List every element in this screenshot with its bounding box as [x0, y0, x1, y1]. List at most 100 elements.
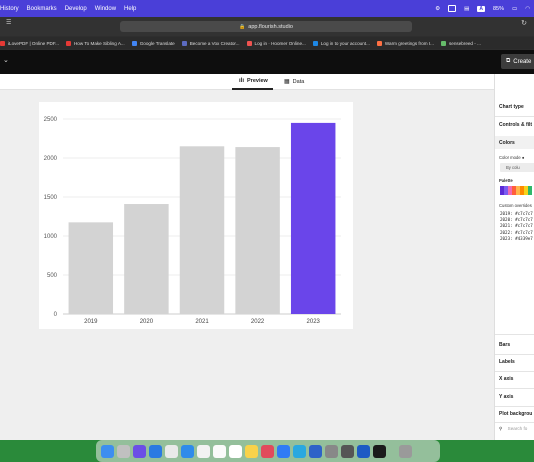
favicon-icon: [312, 40, 318, 46]
bar-2020[interactable]: [124, 204, 169, 314]
macos-dock: [96, 440, 440, 462]
favicon-icon: [376, 40, 382, 46]
override-line: 2022: #c7c7c7: [500, 229, 533, 235]
menu-develop[interactable]: Develop: [65, 6, 87, 12]
custom-overrides-field[interactable]: 2019: #c7c7c7 2020: #c7c7c7 2021: #c7c7c7 2…: [500, 211, 533, 242]
tab-data[interactable]: ▦ Data: [284, 78, 304, 86]
notes-icon[interactable]: [229, 444, 242, 458]
section-colors[interactable]: Colors: [499, 140, 515, 146]
color-mode-label: Color mode: [499, 155, 521, 160]
create-button[interactable]: ⧉ Create: [501, 54, 534, 69]
music-icon[interactable]: [261, 444, 274, 458]
tab-overview-icon[interactable]: ☰: [6, 19, 11, 26]
vscode-icon[interactable]: [149, 444, 162, 458]
bookmark-item[interactable]: Log in to your account...: [312, 40, 370, 46]
menu-help[interactable]: Help: [124, 6, 136, 12]
palette-swatches[interactable]: [500, 186, 532, 195]
calendar-icon[interactable]: ▤: [464, 6, 469, 12]
terminal-icon[interactable]: [373, 444, 386, 458]
section-labels[interactable]: Labels: [499, 359, 515, 365]
telegram-icon[interactable]: [293, 444, 306, 458]
chrome-icon[interactable]: [165, 444, 178, 458]
divider: [495, 334, 534, 335]
app-icon[interactable]: [341, 444, 354, 458]
wifi-icon[interactable]: ◠: [525, 6, 530, 12]
bar-chart-icon: ılı: [239, 78, 245, 84]
reload-icon[interactable]: ↻: [521, 19, 527, 27]
override-line: 2023: #4339e7: [500, 235, 533, 241]
bookmark-item[interactable]: How To Make Sibling A...: [65, 40, 125, 46]
section-y-axis[interactable]: Y axis: [499, 394, 513, 400]
bookmark-item[interactable]: iLovePDF | Online PDF...: [0, 40, 59, 46]
section-bars[interactable]: Bars: [499, 342, 510, 348]
tab-preview[interactable]: ılı Preview: [239, 78, 268, 84]
trash-icon[interactable]: [399, 444, 412, 458]
bookmark-label: Become a Vox Creator...: [189, 40, 240, 46]
bar-2022[interactable]: [235, 147, 280, 314]
photos-icon[interactable]: [197, 444, 210, 458]
settings-panel: Chart type Controls & filt Colors Color …: [494, 74, 534, 440]
x-tick-label: 2019: [84, 319, 98, 325]
gear-icon[interactable]: ⚙: [435, 6, 440, 12]
x-tick-label: 2020: [140, 319, 154, 325]
menubar-status-area: ⚙ ▤ A 85% ▭ ◠: [435, 0, 530, 17]
override-line: 2021: #c7c7c7: [500, 223, 533, 229]
section-controls[interactable]: Controls & filt: [499, 122, 532, 128]
color-mode-select[interactable]: By colu: [500, 163, 534, 172]
bar-2023[interactable]: [290, 122, 336, 315]
divider: [495, 371, 534, 372]
launchpad-icon[interactable]: [117, 444, 130, 458]
bookmark-label: Log in · Hoomer Online...: [254, 40, 306, 46]
search-placeholder: Search fo: [507, 426, 528, 431]
active-tab-indicator: [232, 88, 273, 90]
info-icon[interactable]: ●: [522, 155, 525, 160]
section-chart-type[interactable]: Chart type: [499, 104, 524, 110]
chart-preview: 0 500 1000 1500 2000 2500 2019 2020 2021 2022 2023: [39, 102, 353, 329]
app-icon[interactable]: [325, 444, 338, 458]
favicon-icon: [0, 40, 5, 46]
app-icon[interactable]: [133, 444, 146, 458]
favicon-icon: [131, 40, 137, 46]
settings-search-input[interactable]: ⚲ Search fo: [499, 426, 527, 432]
window-icon[interactable]: [448, 5, 457, 12]
bookmark-label: How To Make Sibling A...: [73, 40, 125, 46]
bar-2019[interactable]: [68, 222, 114, 314]
bookmark-label: iLovePDF | Online PDF...: [8, 40, 59, 46]
keyboard-input-icon[interactable]: A: [477, 5, 485, 12]
chevron-down-icon[interactable]: ⌄: [3, 56, 9, 64]
bookmark-item[interactable]: sensebreed - ...: [440, 40, 481, 46]
y-tick-label: 2500: [44, 117, 58, 123]
bar-2021[interactable]: [179, 146, 225, 314]
section-plot-background[interactable]: Plot backgrou: [499, 411, 532, 417]
app-store-icon[interactable]: [277, 444, 290, 458]
y-tick-label: 500: [47, 273, 58, 279]
bookmark-item[interactable]: Become a Vox Creator...: [181, 40, 240, 46]
tab-preview-label: Preview: [247, 78, 268, 84]
bitwarden-icon[interactable]: [309, 444, 322, 458]
favicon-icon: [181, 40, 187, 46]
menu-history[interactable]: History: [0, 6, 19, 12]
bookmark-item[interactable]: Google Translate: [131, 40, 175, 46]
battery-percent: 85%: [492, 5, 504, 12]
divider: [495, 406, 534, 407]
section-x-axis[interactable]: X axis: [499, 376, 513, 382]
bookmark-item[interactable]: Warm greetings from I...: [376, 40, 434, 46]
color-mode-value: By colu: [506, 165, 520, 170]
safari-icon[interactable]: [181, 444, 194, 458]
reminders-icon[interactable]: [245, 444, 258, 458]
divider: [495, 422, 534, 423]
bookmark-label: Warm greetings from I...: [384, 40, 434, 46]
divider: [495, 354, 534, 355]
palette-label: Palette: [499, 178, 513, 183]
favicon-icon: [246, 40, 252, 46]
menu-bookmarks[interactable]: Bookmarks: [27, 6, 57, 12]
bookmark-item[interactable]: Log in · Hoomer Online...: [246, 40, 306, 46]
finder-icon[interactable]: [101, 444, 114, 458]
favicon-icon: [65, 40, 71, 46]
menu-window[interactable]: Window: [95, 6, 116, 12]
address-bar[interactable]: 🔒 app.flourish.studio: [120, 21, 412, 32]
word-icon[interactable]: [357, 444, 370, 458]
battery-icon[interactable]: ▭: [512, 6, 517, 12]
mac-menubar: History Bookmarks Develop Window Help ⚙ …: [0, 0, 534, 17]
calendar-icon[interactable]: [213, 444, 226, 458]
